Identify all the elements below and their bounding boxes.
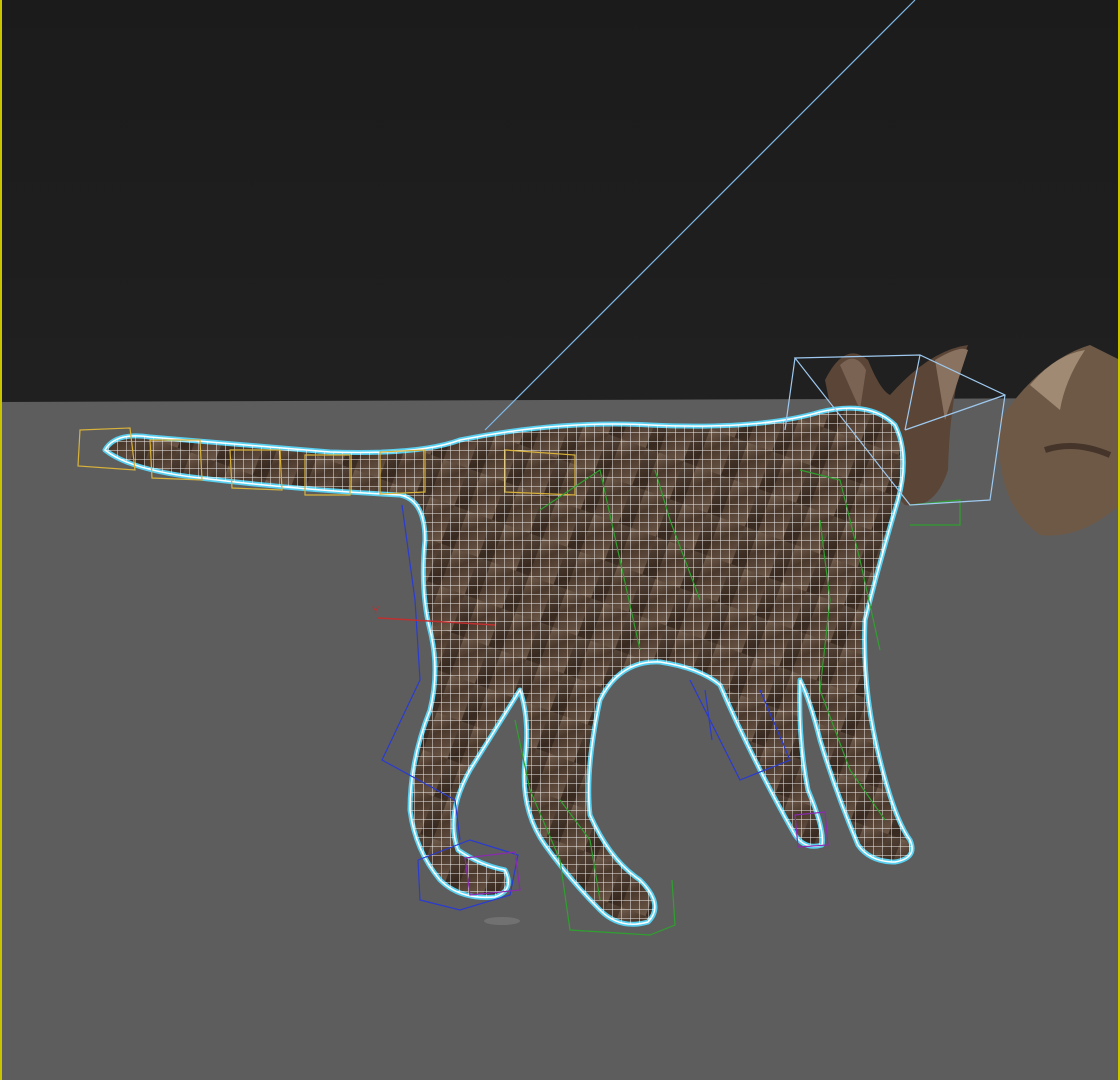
3d-viewport[interactable]: Y bbox=[0, 0, 1120, 1080]
scene-canvas[interactable]: Y bbox=[0, 0, 1120, 1080]
ground-shadow bbox=[484, 917, 520, 925]
gizmo-axis-label: Y bbox=[372, 605, 380, 617]
